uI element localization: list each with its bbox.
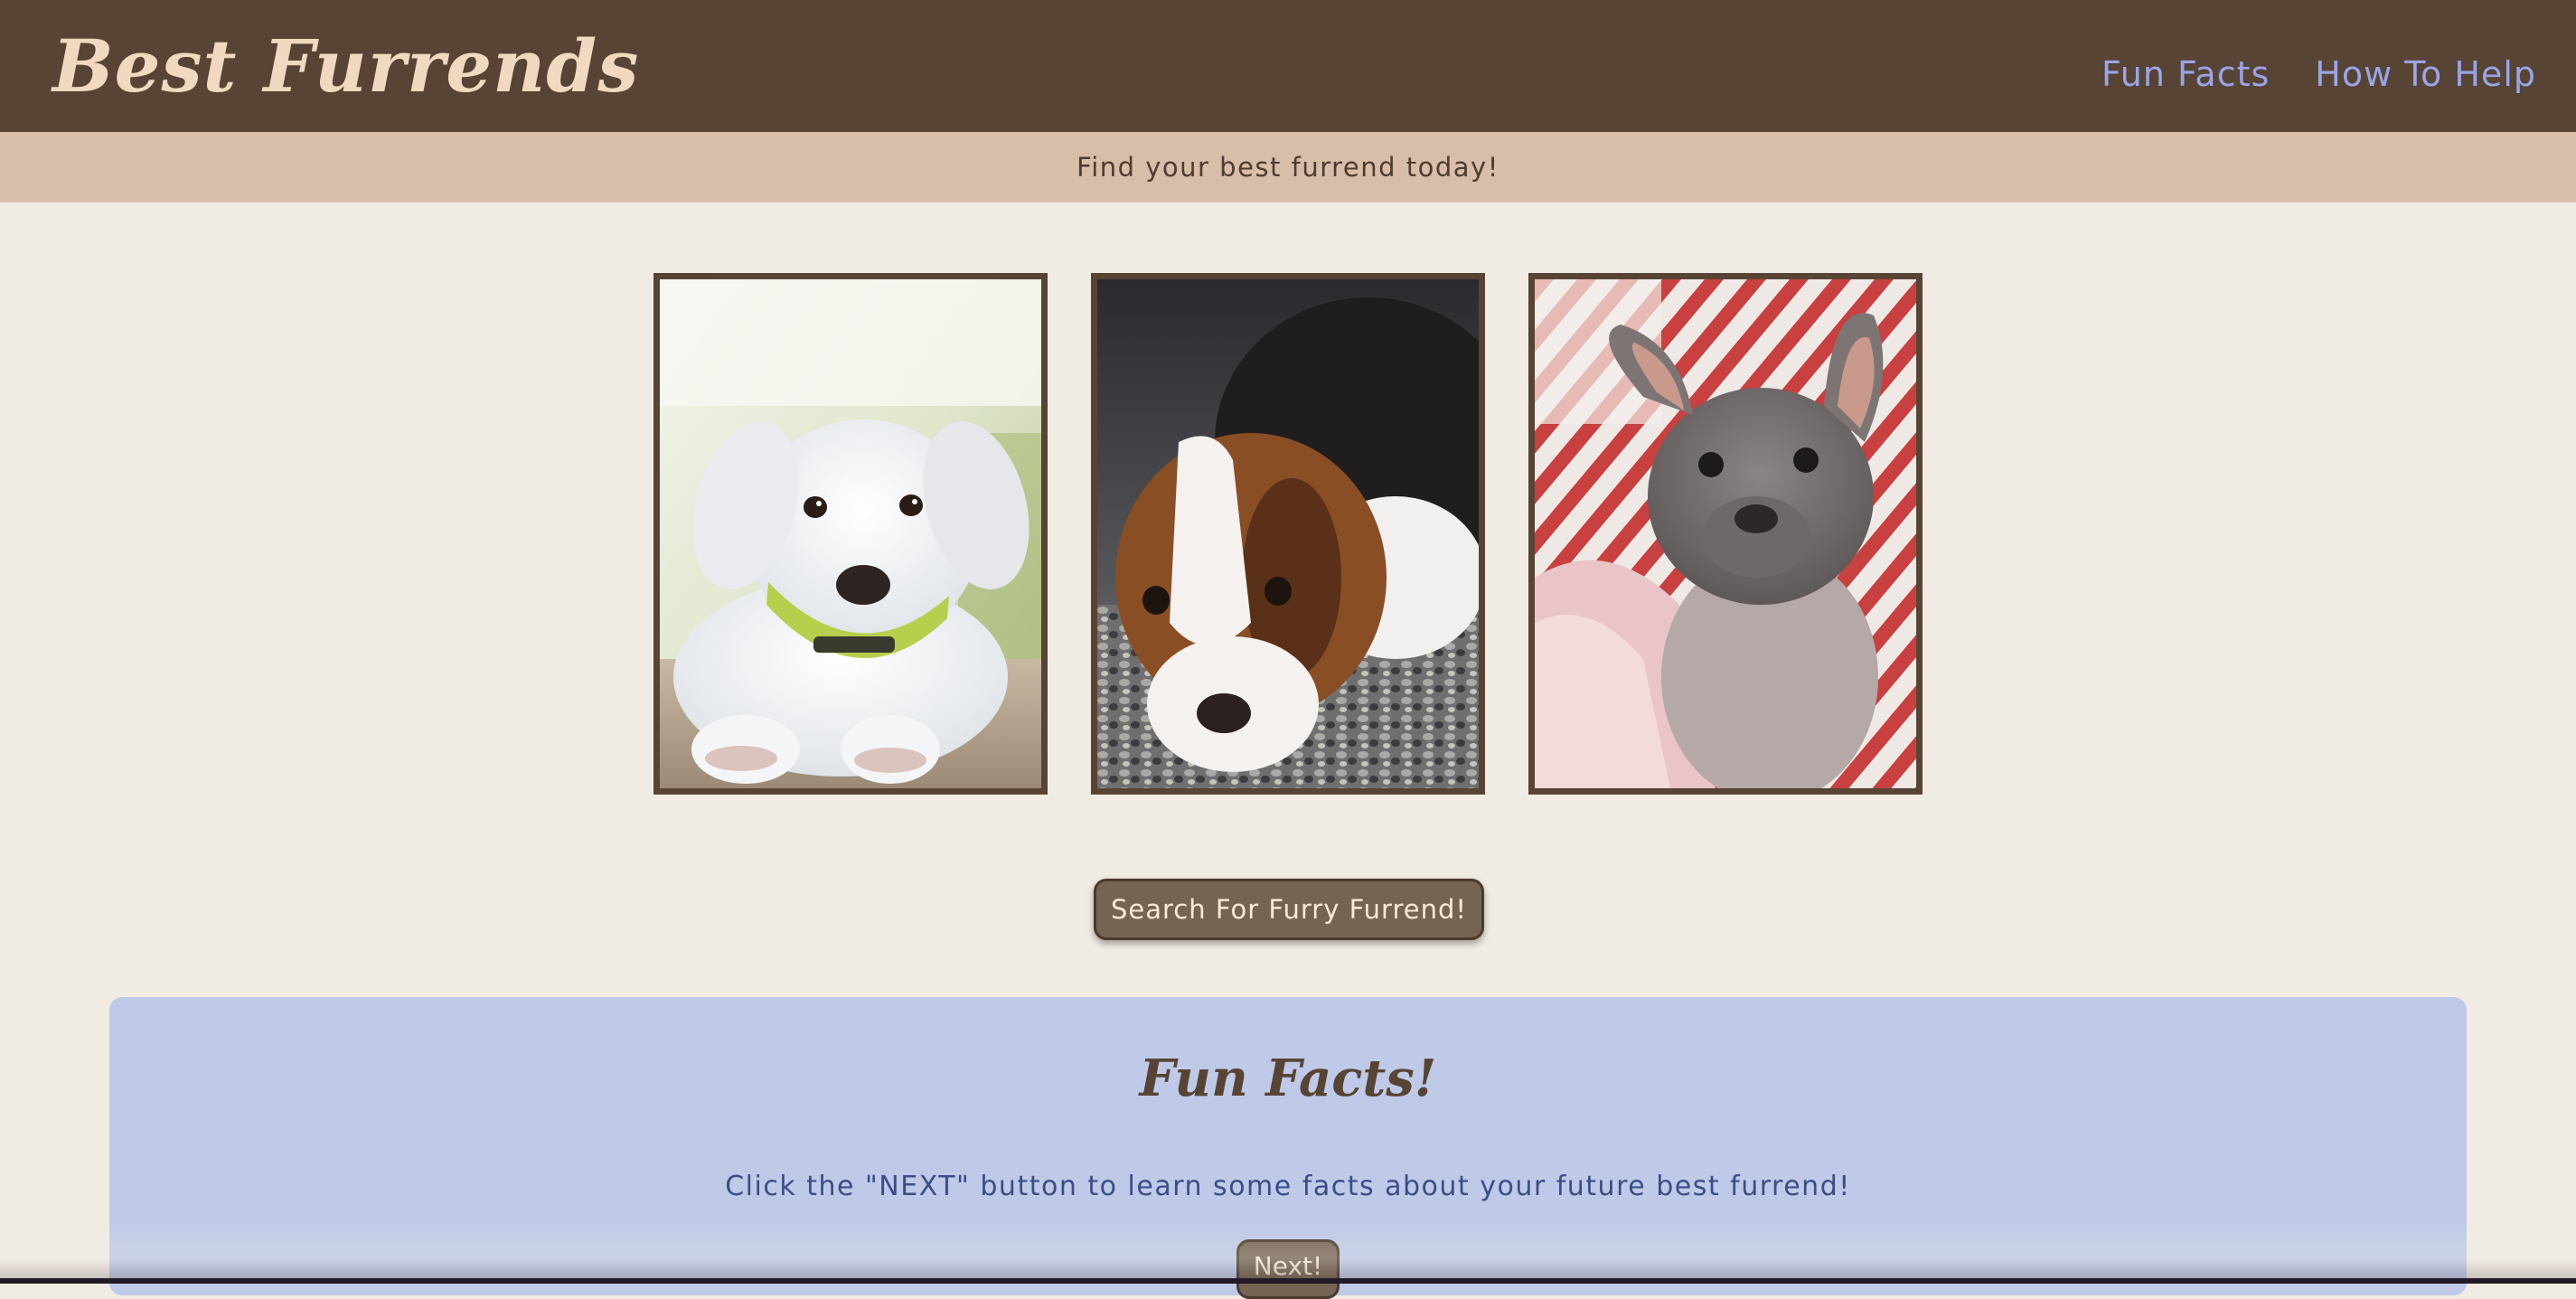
nav-link-fun-facts[interactable]: Fun Facts [2101,45,2270,103]
french-bulldog-puppy-photo [1528,273,1923,795]
beagle-puppy-photo [1091,273,1485,795]
site-logo-title[interactable]: Best Furrends [52,16,639,116]
main-nav: Fun Facts How To Help [2101,45,2536,103]
next-button[interactable]: Next! [1236,1239,1340,1299]
fun-facts-title: Fun Facts! [1139,1049,1437,1108]
tagline-banner: Find your best furrend today! [0,132,2576,202]
fun-facts-text: Click the "NEXT" button to learn some fa… [725,1171,1851,1202]
search-furrend-button[interactable]: Search For Furry Furrend! [1094,879,1484,940]
white-puppy-photo [653,273,1048,795]
fun-facts-panel: Fun Facts! Click the "NEXT" button to le… [109,997,2467,1299]
nav-link-how-to-help[interactable]: How To Help [2315,45,2536,103]
site-header: Best Furrends Fun Facts How To Help [0,0,2576,132]
window-bottom-edge [0,1278,2576,1284]
